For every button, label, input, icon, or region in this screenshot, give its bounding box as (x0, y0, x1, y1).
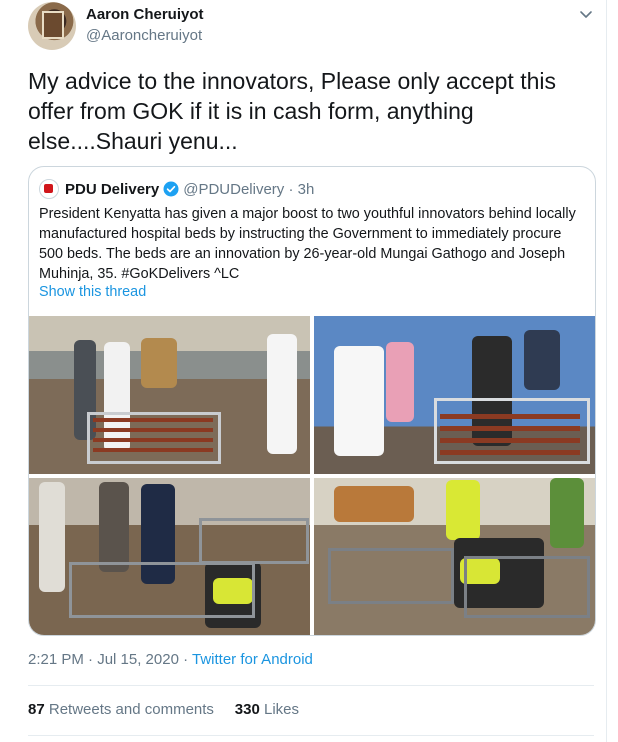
tweet-text: My advice to the innovators, Please only… (28, 68, 557, 154)
tweet-detail: Aaron Cheruiyot @Aaroncheruiyot My advic… (0, 0, 607, 742)
photo-worker-welding-bed-frame[interactable] (314, 478, 595, 635)
chevron-down-icon[interactable] (578, 6, 594, 22)
pdu-logo-icon (39, 179, 59, 199)
divider-top (28, 685, 594, 686)
quoted-tweet[interactable]: PDU Delivery @PDUDelivery · 3h President… (28, 166, 596, 636)
tweet-meta: 2:21 PM · Jul 15, 2020 · Twitter for And… (28, 651, 313, 668)
divider-bottom (28, 735, 594, 736)
photo-workers-assembling-frames[interactable] (29, 478, 310, 635)
show-thread-link[interactable]: Show this thread (39, 284, 146, 300)
retweets-stat[interactable]: 87 Retweets and comments (28, 701, 214, 718)
meta-separator: · (178, 651, 192, 668)
verified-badge-icon (163, 181, 179, 197)
quoted-time: · 3h (288, 180, 315, 198)
photo-officials-inspect-bed[interactable] (29, 316, 310, 474)
tweet-source-link[interactable]: Twitter for Android (192, 651, 313, 668)
photo-grid (29, 316, 595, 635)
photo-man-in-white-shirt-with-bed[interactable] (314, 316, 595, 474)
likes-label: Likes (263, 701, 300, 718)
retweets-label: Retweets and comments (48, 701, 214, 718)
author-handle[interactable]: @Aaroncheruiyot (86, 27, 202, 44)
tweet-stats: 87 Retweets and comments 330 Likes (28, 701, 299, 718)
tweet-timestamp[interactable]: 2:21 PM · Jul 15, 2020 (28, 651, 179, 668)
quoted-author-name[interactable]: PDU Delivery (65, 181, 159, 198)
author-avatar[interactable] (28, 2, 76, 50)
quoted-author-handle: @PDUDelivery (183, 180, 285, 198)
likes-stat[interactable]: 330 Likes (235, 701, 299, 718)
retweets-count: 87 (28, 701, 45, 718)
author-name[interactable]: Aaron Cheruiyot (86, 6, 204, 23)
quoted-text: President Kenyatta has given a major boo… (39, 206, 576, 282)
likes-count: 330 (234, 701, 260, 718)
quoted-tweet-header: PDU Delivery @PDUDelivery · 3h (39, 179, 314, 199)
